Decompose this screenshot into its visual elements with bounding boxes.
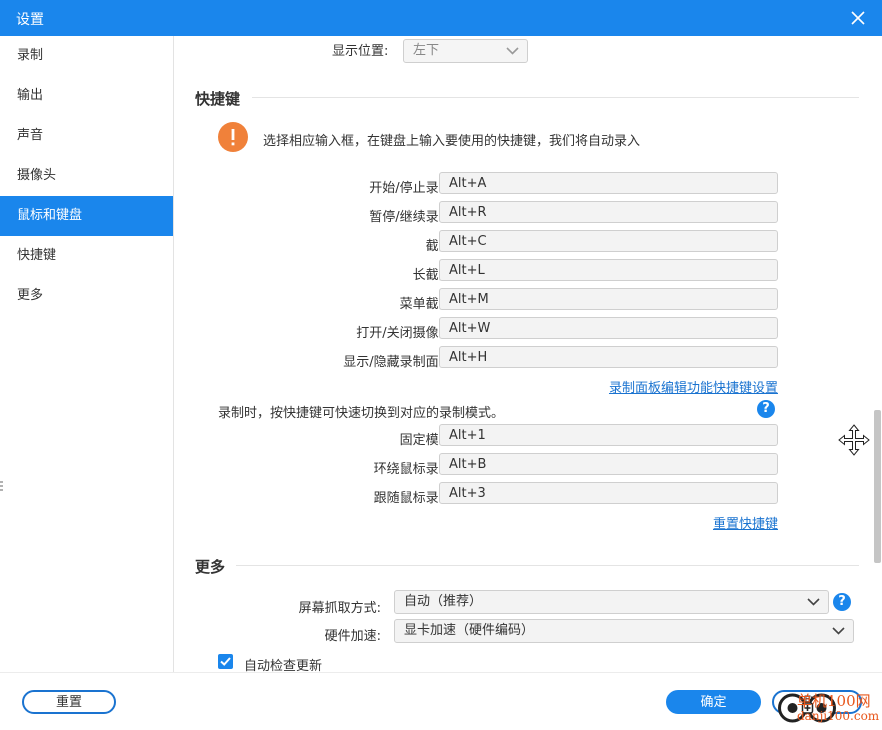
hardware-accel-label: 硬件加速: xyxy=(324,629,381,644)
sidebar-item-shortcuts[interactable]: 快捷键 xyxy=(0,236,173,276)
display-position-label: 显示位置: xyxy=(332,44,389,59)
shortcut-input-pause-resume[interactable]: Alt+R xyxy=(439,201,778,223)
watermark-text: 单机100网 xyxy=(797,692,871,710)
chevron-down-icon xyxy=(807,598,820,606)
checkmark-icon xyxy=(220,657,231,666)
sidebar-item-record[interactable]: 录制 xyxy=(0,36,173,76)
auto-update-checkbox[interactable] xyxy=(218,654,233,669)
watermark-url: danji100.com xyxy=(797,709,880,723)
sidebar-item-sound[interactable]: 声音 xyxy=(0,116,173,156)
help-icon[interactable]: ? xyxy=(833,593,851,611)
shortcut-input-screenshot[interactable]: Alt+C xyxy=(439,230,778,252)
close-icon xyxy=(851,11,865,25)
reset-button[interactable]: 重置 xyxy=(22,690,116,714)
window-edge-marks xyxy=(0,481,3,491)
panel-shortcut-settings-link[interactable]: 录制面板编辑功能快捷键设置 xyxy=(609,377,778,396)
sidebar: 录制 输出 声音 摄像头 鼠标和键盘 快捷键 更多 xyxy=(0,36,174,672)
shortcut-input-menu-screenshot[interactable]: Alt+M xyxy=(439,288,778,310)
close-button[interactable] xyxy=(844,4,872,32)
sidebar-item-camera[interactable]: 摄像头 xyxy=(0,156,173,196)
move-cursor-icon xyxy=(838,424,870,456)
hardware-accel-select[interactable]: 显卡加速（硬件编码） xyxy=(394,619,854,643)
sidebar-item-mouse-keyboard[interactable]: 鼠标和键盘 xyxy=(0,196,173,236)
title-bar: 设置 xyxy=(0,0,882,36)
shortcut-input-follow-mouse[interactable]: Alt+3 xyxy=(439,482,778,504)
more-section-title: 更多 xyxy=(195,558,226,576)
capture-method-value: 自动（推荐） xyxy=(404,594,483,609)
shortcut-notice: 选择相应输入框，在键盘上输入要使用的快捷键，我们将自动录入 xyxy=(263,134,641,149)
chevron-down-icon xyxy=(506,47,519,55)
shortcut-input-around-mouse[interactable]: Alt+B xyxy=(439,453,778,475)
settings-content: 显示位置: 左下 快捷键 选择相应输入框，在键盘上输入要使用的快捷键，我们将自动… xyxy=(174,36,882,672)
shortcut-input-toggle-camera[interactable]: Alt+W xyxy=(439,317,778,339)
capture-method-select[interactable]: 自动（推荐） xyxy=(394,590,829,614)
section-divider xyxy=(236,565,859,566)
sidebar-item-more[interactable]: 更多 xyxy=(0,276,173,316)
help-icon[interactable]: ? xyxy=(757,400,775,418)
section-divider xyxy=(252,97,859,98)
warning-icon xyxy=(218,122,248,152)
display-position-select[interactable]: 左下 xyxy=(403,39,528,63)
auto-update-label: 自动检查更新 xyxy=(244,659,323,672)
hardware-accel-value: 显卡加速（硬件编码） xyxy=(404,623,535,638)
display-position-value: 左下 xyxy=(413,43,440,58)
sidebar-item-output[interactable]: 输出 xyxy=(0,76,173,116)
shortcut-input-fixed-mode[interactable]: Alt+1 xyxy=(439,424,778,446)
shortcut-input-long-screenshot[interactable]: Alt+L xyxy=(439,259,778,281)
scrollbar-thumb[interactable] xyxy=(874,410,881,563)
reset-shortcuts-link[interactable]: 重置快捷键 xyxy=(713,513,778,532)
shortcut-input-toggle-panel[interactable]: Alt+H xyxy=(439,346,778,368)
shortcut-input-start-stop[interactable]: Alt+A xyxy=(439,172,778,194)
window-title: 设置 xyxy=(16,12,44,28)
chevron-down-icon xyxy=(832,627,845,635)
capture-method-label: 屏幕抓取方式: xyxy=(298,601,381,616)
mode-description: 录制时，按快捷键可快速切换到对应的录制模式。 xyxy=(218,406,505,421)
shortcuts-section-title: 快捷键 xyxy=(195,90,241,108)
